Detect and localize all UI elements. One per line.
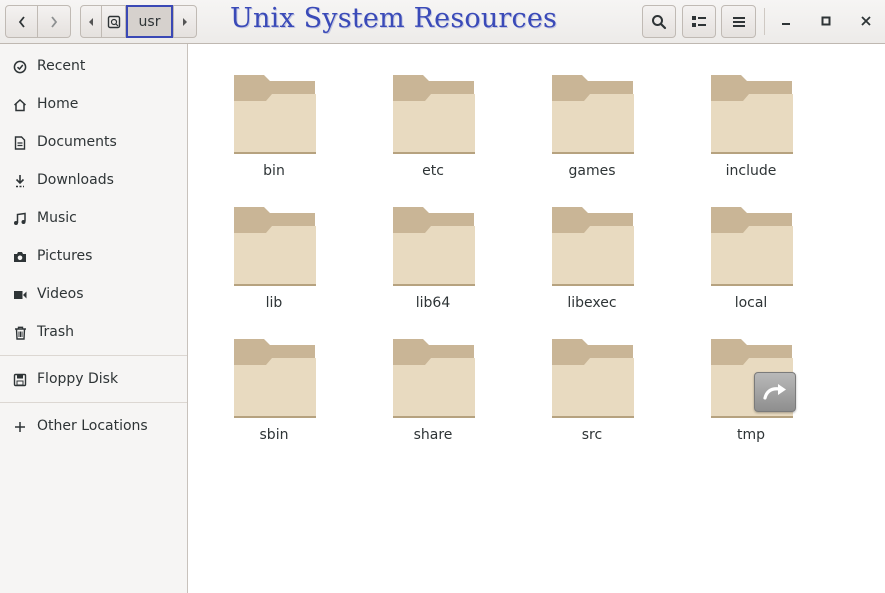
folder-item[interactable]: include [701,53,801,179]
folder-item[interactable]: share [383,317,483,443]
folder-name: etc [422,163,444,179]
close-button[interactable] [853,8,879,34]
plus-icon [12,419,28,435]
camera-icon [12,249,28,265]
folder-item[interactable]: local [701,185,801,311]
sidebar-item-pictures[interactable]: Pictures [0,239,187,275]
folder-icon [552,339,634,418]
download-icon [12,173,28,189]
music-icon [12,211,28,227]
folder-name: include [725,163,777,179]
folder-name: tmp [736,427,765,443]
maximize-icon [821,16,831,26]
sidebar-separator [0,402,187,403]
view-toggle-button[interactable] [682,5,716,38]
maximize-button[interactable] [813,8,839,34]
path-scroll-right-button[interactable] [173,5,197,38]
menu-button[interactable] [721,5,756,38]
close-icon [861,16,871,26]
folder-icon [552,75,634,154]
folder-icon [393,207,475,286]
sidebar-item-videos[interactable]: Videos [0,277,187,313]
folder-icon [711,75,793,154]
sidebar-item-floppy-disk[interactable]: Floppy Disk [0,362,187,398]
video-icon [12,287,28,303]
folder-icon [393,339,475,418]
sidebar-item-music[interactable]: Music [0,201,187,237]
folder-name: local [734,295,768,311]
folder-item[interactable]: bin [224,53,324,179]
sidebar-item-label: Music [37,210,77,226]
home-icon [12,97,28,113]
path-scroll-left-button[interactable] [80,5,102,38]
folder-icon [234,75,316,154]
folder-item[interactable]: lib64 [383,185,483,311]
folder-item[interactable]: lib [224,185,324,311]
triangle-right-icon [183,17,187,26]
sidebar-item-label: Downloads [37,172,114,188]
triangle-left-icon [89,17,93,26]
folder-name: bin [263,163,285,179]
path-root-button[interactable] [102,5,126,38]
sidebar-item-trash[interactable]: Trash [0,315,187,351]
redo-arrow-icon [763,384,786,400]
folder-icon [234,339,316,418]
folder-name: lib [265,295,283,311]
chevron-right-icon [51,15,58,28]
chevron-left-icon [18,15,25,28]
back-button[interactable] [5,5,38,38]
hamburger-menu-icon [732,16,745,27]
folder-name: lib64 [415,295,451,311]
list-view-icon [692,15,706,27]
window-title: Unix System Resources [230,3,558,34]
folder-name: libexec [567,295,617,311]
folder-item[interactable]: src [542,317,642,443]
folder-icon [234,207,316,286]
sidebar-item-home[interactable]: Home [0,87,187,123]
sidebar-item-documents[interactable]: Documents [0,125,187,161]
folder-item[interactable]: libexec [542,185,642,311]
folder-name: src [581,427,603,443]
forward-button[interactable] [38,5,71,38]
search-icon [652,14,667,29]
header-separator [764,8,765,35]
sidebar-item-label: Trash [37,324,74,340]
sidebar-item-label: Floppy Disk [37,371,119,387]
sidebar-item-label: Home [37,96,79,112]
file-manager-window: usr Unix System Resources Recent Home Do… [0,0,885,593]
sidebar-item-label: Documents [37,134,117,150]
floppy-disk-icon [12,372,28,388]
drive-icon [107,15,120,28]
document-icon [12,135,28,151]
clock-icon [12,59,28,75]
sidebar-item-label: Other Locations [37,418,148,434]
header-bar: usr Unix System Resources [0,0,885,44]
folder-item[interactable]: sbin [224,317,324,443]
minimize-icon [782,23,790,25]
folder-icon [393,75,475,154]
sidebar-separator [0,355,187,356]
sidebar-item-downloads[interactable]: Downloads [0,163,187,199]
folder-grid: bin etc games include lib lib64 libexec … [188,45,885,593]
folder-item[interactable]: games [542,53,642,179]
folder-name: share [413,427,453,443]
sidebar-item-label: Recent [37,58,86,74]
sidebar-item-other-locations[interactable]: Other Locations [0,409,187,445]
path-current-button[interactable]: usr [126,5,173,38]
sidebar: Recent Home Documents Downloads Music Pi… [0,44,188,593]
trash-icon [12,325,28,341]
symlink-emblem [754,372,796,412]
sidebar-item-label: Pictures [37,248,93,264]
folder-name: sbin [259,427,289,443]
minimize-button[interactable] [773,8,799,34]
folder-item[interactable]: etc [383,53,483,179]
folder-icon [552,207,634,286]
search-button[interactable] [642,5,676,38]
navigation-buttons [5,5,71,38]
sidebar-item-recent[interactable]: Recent [0,49,187,85]
sidebar-item-label: Videos [37,286,84,302]
folder-name: games [568,163,616,179]
path-bar: usr [80,5,197,38]
folder-icon [711,207,793,286]
